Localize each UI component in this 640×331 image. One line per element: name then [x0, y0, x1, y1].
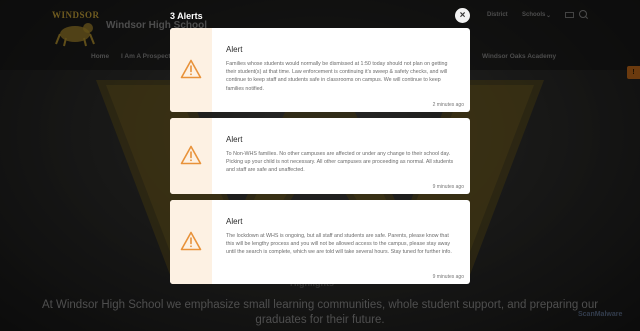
alert-title: Alert	[226, 217, 243, 226]
alert-icon-panel	[170, 28, 212, 112]
alert-body: To Non-WHS families. No other campuses a…	[226, 151, 454, 174]
alert-card: Alert The lockdown at WHS is ongoing, bu…	[170, 200, 470, 284]
alert-timestamp: 9 minutes ago	[432, 274, 464, 280]
close-button[interactable]: ×	[455, 8, 470, 23]
alert-card: Alert To Non-WHS families. No other camp…	[170, 118, 470, 194]
alert-title: Alert	[226, 135, 243, 144]
alert-card: Alert Families whose students would norm…	[170, 28, 470, 112]
alert-icon-panel	[170, 118, 212, 194]
alert-icon-panel	[170, 200, 212, 284]
alert-timestamp: 9 minutes ago	[432, 184, 464, 190]
alerts-modal-title: 3 Alerts	[170, 11, 203, 21]
alert-timestamp: 2 minutes ago	[432, 102, 464, 108]
warning-triangle-icon	[180, 145, 202, 165]
alert-body: The lockdown at WHS is ongoing, but all …	[226, 233, 452, 256]
warning-triangle-icon	[180, 59, 202, 79]
alert-title: Alert	[226, 45, 243, 54]
warning-triangle-icon	[180, 231, 202, 251]
alert-body: Families whose students would normally b…	[226, 61, 448, 92]
